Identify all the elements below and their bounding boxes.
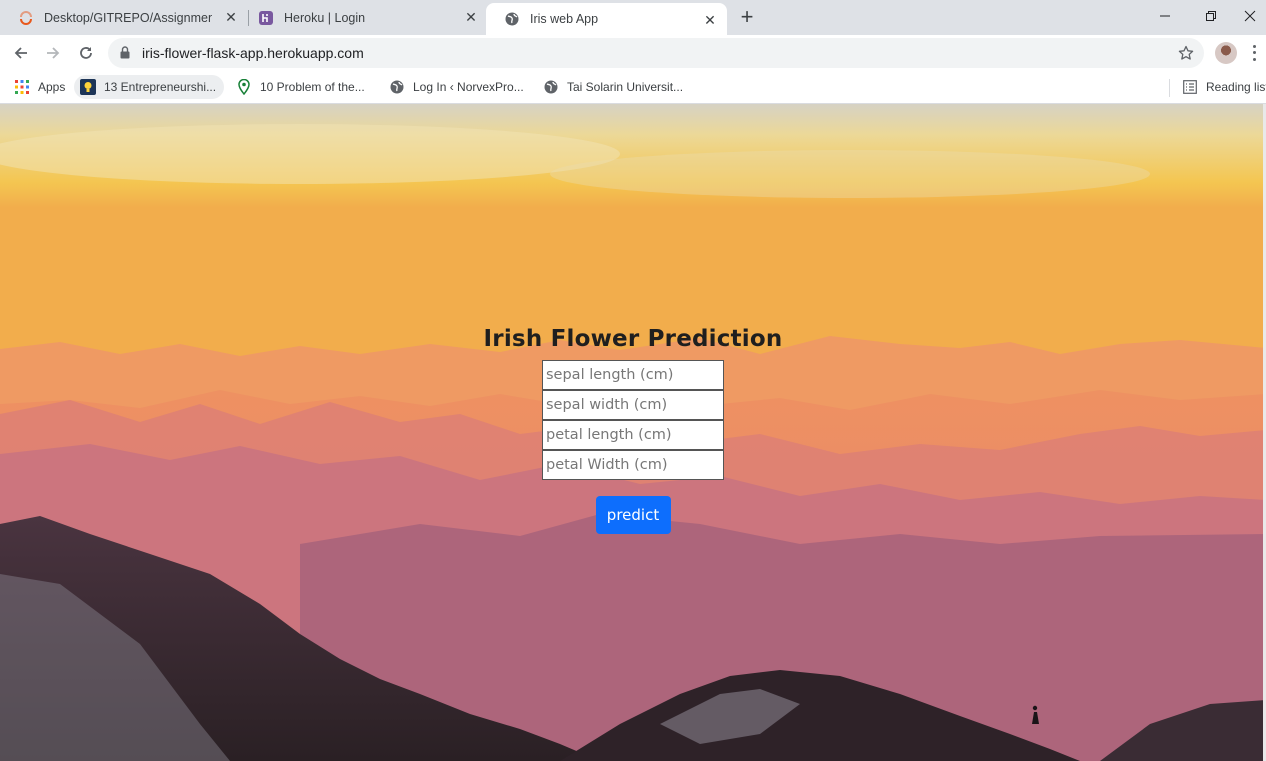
lock-icon[interactable]: [120, 46, 130, 64]
petal-width-input[interactable]: [542, 450, 724, 480]
apps-grid-icon: [14, 79, 30, 95]
restore-button[interactable]: [1188, 4, 1234, 28]
reload-button[interactable]: [74, 41, 98, 65]
new-tab-button[interactable]: +: [737, 6, 757, 28]
reading-list-label: Reading list: [1206, 80, 1266, 94]
bookmark-label: 13 Entrepreneurshi...: [104, 80, 217, 94]
predict-button[interactable]: predict: [595, 496, 671, 534]
loading-spinner-icon: [18, 10, 34, 26]
more-menu-icon[interactable]: [1250, 43, 1258, 63]
reading-list-icon: [1182, 79, 1198, 95]
bookmark-norvex[interactable]: Log In ‹ NorvexPro...: [383, 75, 532, 99]
profile-avatar[interactable]: [1215, 42, 1237, 64]
tab-title: Desktop/GITREPO/Assignment 4: [44, 10, 212, 25]
page-background: Irish Flower Prediction predict: [0, 104, 1266, 761]
page-title: Irish Flower Prediction: [483, 326, 783, 352]
sepal-width-input[interactable]: [542, 390, 724, 420]
tab-iris-web-app[interactable]: Iris web App ✕: [486, 3, 727, 35]
close-icon[interactable]: ✕: [703, 13, 717, 27]
tab-title: Iris web App: [530, 12, 599, 26]
measurement-inputs: [542, 360, 724, 480]
tab-assignment[interactable]: Desktop/GITREPO/Assignment 4 ✕: [0, 0, 248, 35]
map-pin-icon: [236, 79, 252, 95]
bookmarks-divider: [1169, 79, 1170, 97]
bookmark-problem[interactable]: 10 Problem of the...: [230, 75, 373, 99]
browser-toolbar: iris-flower-flask-app.herokuapp.com: [0, 35, 1266, 71]
arrow-right-icon: [47, 47, 60, 59]
bookmark-label: Log In ‹ NorvexPro...: [413, 80, 524, 94]
globe-icon: [543, 79, 559, 95]
forward-button[interactable]: [41, 41, 65, 65]
bookmark-label: Apps: [38, 80, 66, 94]
bookmarks-bar: Apps 13 Entrepreneurshi... 10 Problem of…: [0, 71, 1266, 104]
reading-list-button[interactable]: Reading list: [1176, 75, 1266, 99]
close-icon[interactable]: ✕: [224, 10, 238, 24]
back-button[interactable]: [9, 41, 33, 65]
lightbulb-icon: [80, 79, 96, 95]
bookmark-label: Tai Solarin Universit...: [567, 80, 684, 94]
prediction-form: Irish Flower Prediction predict: [0, 326, 1266, 534]
heroku-icon: [258, 10, 274, 26]
globe-icon: [504, 11, 520, 27]
globe-icon: [389, 79, 405, 95]
close-icon[interactable]: ✕: [464, 10, 478, 24]
bookmark-star-icon[interactable]: [1176, 43, 1196, 63]
tab-title: Heroku | Login: [284, 10, 366, 25]
bookmark-apps[interactable]: Apps: [8, 75, 73, 99]
tab-heroku[interactable]: Heroku | Login ✕: [240, 0, 488, 35]
bookmark-entrepreneurship[interactable]: 13 Entrepreneurshi...: [74, 75, 224, 99]
url-text[interactable]: iris-flower-flask-app.herokuapp.com: [142, 45, 364, 61]
sepal-length-input[interactable]: [542, 360, 724, 390]
tab-strip: Desktop/GITREPO/Assignment 4 ✕ Heroku | …: [0, 0, 1266, 35]
minimize-button[interactable]: [1142, 4, 1188, 28]
petal-length-input[interactable]: [542, 420, 724, 450]
close-window-button[interactable]: [1234, 4, 1266, 28]
address-bar[interactable]: iris-flower-flask-app.herokuapp.com: [108, 38, 1204, 68]
arrow-left-icon: [14, 47, 27, 59]
reload-icon: [80, 47, 92, 59]
bookmark-tai-solarin[interactable]: Tai Solarin Universit...: [537, 75, 691, 99]
bookmark-label: 10 Problem of the...: [260, 80, 365, 94]
